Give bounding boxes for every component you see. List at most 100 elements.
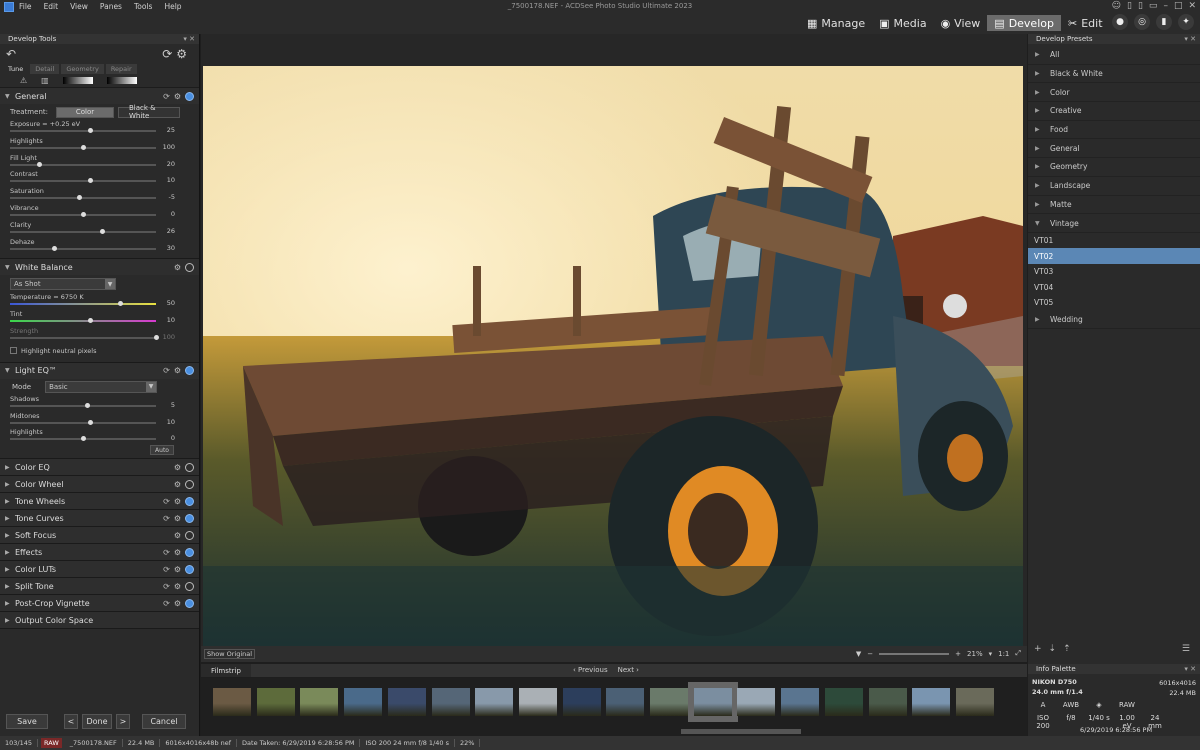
next-image-button[interactable]: >: [116, 713, 130, 729]
slider-value[interactable]: 25: [167, 126, 175, 134]
done-button[interactable]: Done: [82, 713, 112, 729]
filmstrip-thumbnail[interactable]: [213, 688, 251, 716]
bw-button[interactable]: Black & White: [117, 104, 180, 120]
menu-panes[interactable]: Panes: [100, 2, 122, 11]
section-header[interactable]: ▶ Tone Wheels ⟳ ⚙: [0, 493, 199, 510]
menu-help[interactable]: Help: [164, 2, 181, 11]
filmstrip-thumbnail[interactable]: [781, 688, 820, 716]
gear-icon[interactable]: ⚙: [174, 565, 181, 574]
previous-button[interactable]: ‹ Previous: [573, 666, 608, 674]
photo-canvas[interactable]: [203, 66, 1023, 646]
filmstrip-thumbnail[interactable]: [344, 688, 383, 716]
slider-value[interactable]: 20: [167, 160, 175, 168]
add-icon[interactable]: +: [1034, 644, 1042, 658]
slider-clarity[interactable]: Clarity 26: [0, 221, 199, 238]
import-icon[interactable]: ⇣: [1049, 644, 1057, 658]
slider-knob[interactable]: [37, 161, 43, 167]
preset-item-color[interactable]: ▶ Color: [1028, 83, 1200, 103]
filmstrip-thumbnail[interactable]: [868, 688, 907, 716]
filmstrip-thumbnail[interactable]: [737, 688, 776, 716]
export-icon[interactable]: ⇡: [1063, 644, 1071, 658]
slider-track[interactable]: [10, 404, 156, 407]
tone-swatch[interactable]: [62, 77, 93, 84]
gear-icon[interactable]: ⚙: [174, 463, 181, 472]
menu-file[interactable]: File: [19, 2, 32, 11]
dashboard-icon[interactable]: ▮: [1156, 14, 1172, 30]
slider-track[interactable]: [10, 336, 156, 339]
warning-icon[interactable]: ⚠: [20, 76, 27, 85]
menu-view[interactable]: View: [70, 2, 88, 11]
tab-detail[interactable]: Detail: [30, 64, 60, 74]
slider-track[interactable]: [10, 320, 156, 323]
tab-repair[interactable]: Repair: [105, 64, 137, 74]
toggle-icon[interactable]: [185, 547, 194, 557]
zoom-out-icon[interactable]: −: [867, 650, 873, 658]
maximize-icon[interactable]: □: [1174, 1, 1183, 11]
filmstrip-thumbnail[interactable]: [518, 688, 557, 716]
show-original-button[interactable]: Show Original: [204, 649, 256, 659]
filmstrip-scrollbar[interactable]: [681, 729, 801, 734]
menu-icon[interactable]: ☰: [1182, 644, 1190, 658]
slider-track[interactable]: [10, 130, 156, 132]
mode-media[interactable]: ▣ Media: [872, 15, 933, 31]
preset-item-creative[interactable]: ▶ Creative: [1028, 102, 1200, 121]
reset-icon[interactable]: ⟳: [163, 366, 170, 375]
reset-icon[interactable]: ⟳: [163, 548, 170, 557]
mode-view[interactable]: ◉ View: [934, 15, 988, 31]
slider-knob[interactable]: [85, 402, 91, 408]
reset-all-icon[interactable]: ⟳⚙: [162, 47, 191, 61]
slider-knob[interactable]: [99, 228, 105, 234]
slider-knob[interactable]: [81, 144, 86, 150]
prev-image-button[interactable]: <: [64, 713, 78, 729]
zoom-dropdown-icon[interactable]: ▾: [989, 650, 993, 658]
highlight-neutral-checkbox[interactable]: Highlight neutral pixels: [0, 344, 199, 358]
tab-geometry[interactable]: Geometry: [61, 64, 104, 74]
slider-track[interactable]: [10, 180, 156, 183]
filmstrip-thumbnail[interactable]: [824, 688, 863, 716]
toggle-icon[interactable]: [185, 530, 194, 540]
slider-knob[interactable]: [88, 318, 94, 324]
360-icon[interactable]: ◎: [1134, 14, 1150, 30]
filmstrip-thumbnail[interactable]: [687, 682, 738, 722]
slider-value[interactable]: 0: [171, 434, 175, 442]
auto-button[interactable]: Auto: [150, 445, 174, 456]
filmstrip-thumbnail[interactable]: [256, 688, 295, 716]
slider-knob[interactable]: [117, 301, 123, 307]
slider-knob[interactable]: [154, 334, 159, 340]
slider-value[interactable]: 100: [163, 143, 175, 151]
mode-edit[interactable]: ✂ Edit: [1061, 15, 1110, 31]
preset-item-vt02[interactable]: VT02: [1028, 248, 1200, 264]
section-header[interactable]: ▼ General ⟳ ⚙: [0, 88, 199, 104]
preset-item-vt05[interactable]: VT05: [1028, 295, 1200, 311]
preset-item-vt01[interactable]: VT01: [1028, 233, 1200, 249]
gear-icon[interactable]: ⚙: [174, 263, 181, 272]
gear-icon[interactable]: ⚙: [174, 480, 181, 489]
slider-highlights[interactable]: Highlights 100: [0, 137, 199, 154]
layout-right-icon[interactable]: ▯: [1138, 1, 1143, 11]
preset-item-food[interactable]: ▶ Food: [1028, 121, 1200, 140]
slider-value[interactable]: 30: [167, 244, 175, 252]
actual-size-button[interactable]: 1:1: [998, 650, 1009, 658]
tone-swatch-2[interactable]: [106, 77, 137, 84]
slider-value[interactable]: -5: [169, 193, 175, 201]
section-header[interactable]: ▶ Color Wheel ⚙: [0, 476, 199, 493]
toggle-icon[interactable]: [185, 479, 194, 489]
section-header[interactable]: ▶ Effects ⟳ ⚙: [0, 544, 199, 561]
slider-knob[interactable]: [88, 178, 94, 184]
undo-icon[interactable]: ↶: [6, 47, 16, 61]
filmstrip-thumbnail[interactable]: [475, 688, 514, 716]
slider-highlights[interactable]: Highlights 0: [0, 428, 199, 445]
pin-icon[interactable]: ▾ ✕: [1184, 665, 1196, 673]
filmstrip-thumbnail[interactable]: [300, 688, 339, 716]
slider-knob[interactable]: [51, 245, 57, 251]
gear-icon[interactable]: ⚙: [174, 582, 181, 591]
light-eq-mode-select[interactable]: Basic ▼: [45, 380, 158, 393]
preset-item-matte[interactable]: ▶ Matte: [1028, 196, 1200, 215]
slider-value[interactable]: 10: [167, 418, 175, 426]
gear-icon[interactable]: ⚙: [174, 497, 181, 506]
slider-value[interactable]: 10: [167, 176, 175, 184]
close-icon[interactable]: ✕: [1188, 1, 1196, 11]
toggle-icon[interactable]: [185, 513, 194, 523]
section-header[interactable]: ▶ Soft Focus ⚙: [0, 527, 199, 544]
slider-value[interactable]: 100: [163, 333, 175, 341]
